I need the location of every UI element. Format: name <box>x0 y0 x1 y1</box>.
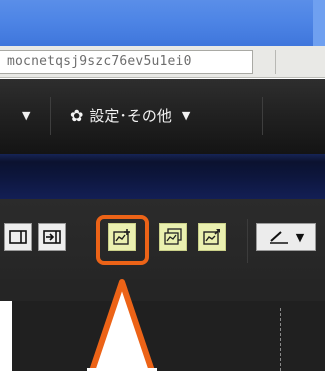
menu-divider <box>50 97 51 135</box>
url-text: mocnetqsj9szc76ev5u1ei0 <box>7 54 192 69</box>
menu-divider <box>262 97 263 135</box>
address-separator <box>275 50 276 74</box>
chart-window-button[interactable] <box>159 223 187 251</box>
chart-gridline <box>280 308 281 371</box>
stripe-glow <box>0 154 325 162</box>
gear-icon: ✿ <box>70 105 84 125</box>
menu-dropdown-arrow-left[interactable]: ▼ <box>22 109 30 122</box>
window-titlebar <box>0 0 325 46</box>
panel-right-icon <box>9 230 27 244</box>
menu-settings-other[interactable]: ✿ 設定･その他 ▼ <box>70 104 190 126</box>
header-stripe <box>0 154 325 199</box>
chevron-down-icon: ▼ <box>295 230 305 244</box>
chart-area-left-edge <box>0 301 12 371</box>
chart-edit-icon <box>203 229 220 245</box>
chevron-down-icon: ▼ <box>181 108 191 122</box>
panel-right-button[interactable] <box>4 223 32 251</box>
titlebar-edge <box>313 0 325 46</box>
address-bar: mocnetqsj9szc76ev5u1ei0 <box>0 46 325 78</box>
chart-window-icon <box>164 228 182 245</box>
url-field[interactable]: mocnetqsj9szc76ev5u1ei0 <box>0 50 253 74</box>
pen-tool-dropdown[interactable]: ▼ <box>256 223 316 251</box>
chart-edit-button[interactable] <box>198 223 226 251</box>
add-chart-highlight-box <box>96 215 149 265</box>
settings-label: 設定･その他 <box>89 106 172 125</box>
app-menu-bar: ▼ ✿ 設定･その他 ▼ <box>0 79 325 154</box>
arrow-into-panel-button[interactable] <box>38 223 66 251</box>
pen-icon <box>269 231 288 244</box>
toolbar-separator <box>247 219 248 263</box>
orange-pointer-arrow-icon <box>87 279 157 371</box>
arrow-into-panel-icon <box>43 230 61 244</box>
